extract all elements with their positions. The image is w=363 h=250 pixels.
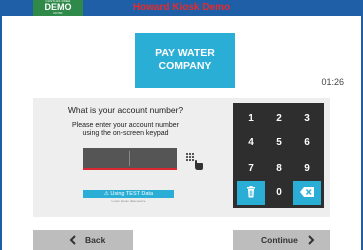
instruction-line1: Please enter your account number: [71, 122, 179, 129]
key-clear[interactable]: [237, 181, 265, 205]
account-instruction: Please enter your account number using t…: [33, 122, 218, 138]
key-4[interactable]: 4: [237, 131, 265, 155]
key-6[interactable]: 6: [293, 131, 321, 155]
service-title-tile: PAY WATER COMPANY: [135, 33, 235, 88]
continue-button-label: Continue: [261, 235, 298, 245]
account-question: What is your account number?: [67, 105, 184, 115]
back-button-label: Back: [85, 235, 106, 245]
backspace-icon: [300, 187, 314, 198]
key-9[interactable]: 9: [293, 157, 321, 181]
chevron-left-icon: [69, 230, 77, 250]
account-number-input[interactable]: [83, 148, 177, 170]
input-cursor: [129, 151, 130, 166]
key-8[interactable]: 8: [265, 157, 293, 181]
kiosk-title: Howard Kiosk Demo: [132, 2, 231, 13]
trash-icon: [246, 186, 256, 198]
test-data-button[interactable]: ⚠ Using TEST Data: [83, 190, 174, 198]
key-3[interactable]: 3: [293, 107, 321, 131]
keypad-touch-icon: [185, 152, 205, 172]
session-timer: 01:26: [321, 77, 344, 87]
key-0[interactable]: 0: [265, 181, 293, 205]
test-data-caption: Lorem Ipsum data source: [111, 199, 146, 203]
chevron-right-icon: [307, 230, 315, 250]
key-2[interactable]: 2: [265, 107, 293, 131]
app-header: CASTLES FREE DEMO KIOSK Howard Kiosk Dem…: [0, 0, 363, 16]
service-title-line2: COMPANY: [158, 60, 212, 72]
back-button[interactable]: Back: [33, 230, 133, 250]
service-title-line1: PAY WATER: [155, 47, 215, 59]
key-1[interactable]: 1: [237, 107, 265, 131]
key-5[interactable]: 5: [265, 131, 293, 155]
instruction-line2: using the on-screen keypad: [82, 130, 169, 137]
key-backspace[interactable]: [293, 181, 321, 205]
numeric-keypad: 1 2 3 4 5 6 7 8 9 0: [233, 103, 324, 208]
key-7[interactable]: 7: [237, 157, 265, 181]
continue-button[interactable]: Continue: [233, 230, 330, 250]
